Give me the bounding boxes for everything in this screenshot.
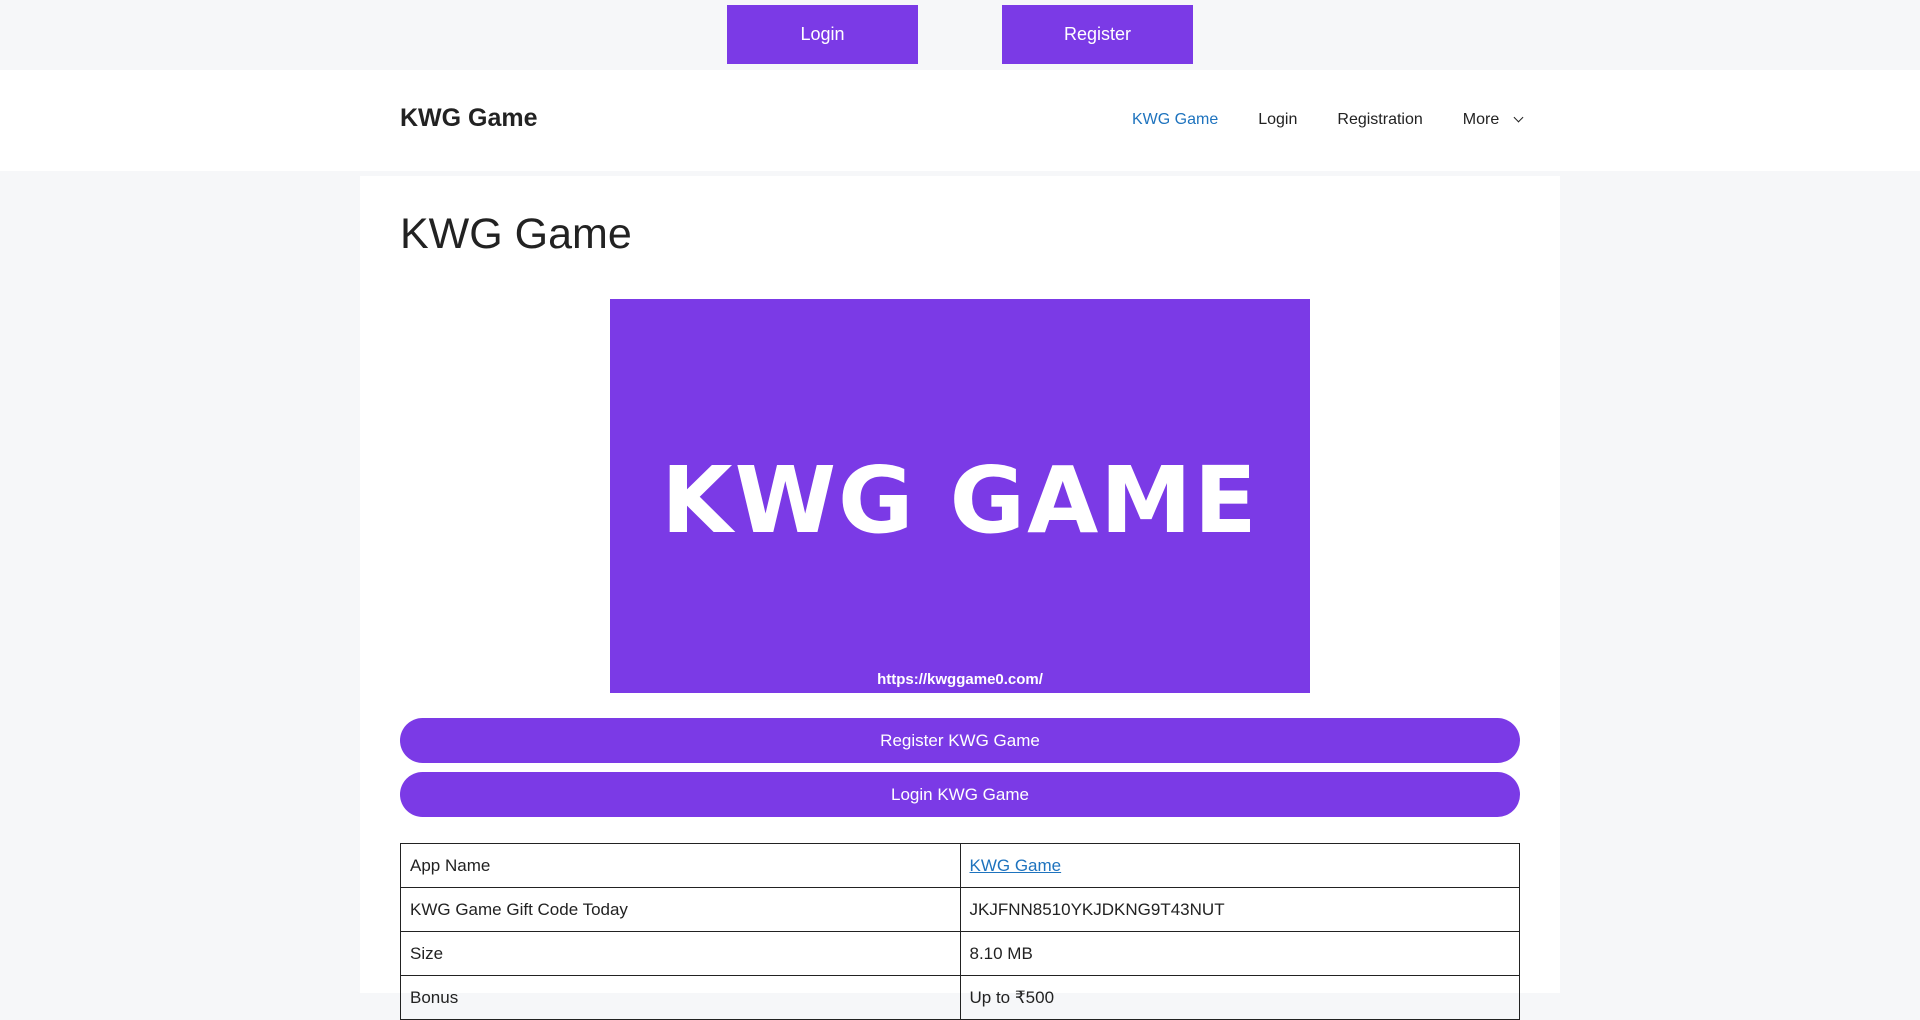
main-nav: KWG Game Login Registration More xyxy=(1112,108,1542,132)
table-row: Size 8.10 MB xyxy=(400,931,1520,976)
nav-item-label: Login xyxy=(1258,111,1298,128)
table-row: KWG Game Gift Code Today JKJFNN8510YKJDK… xyxy=(400,887,1520,932)
page-title: KWG Game xyxy=(400,210,632,258)
login-kwg-game-button[interactable]: Login KWG Game xyxy=(400,772,1520,817)
nav-item-label: KWG Game xyxy=(1132,111,1219,128)
table-cell-key: Size xyxy=(400,931,961,976)
nav-item-label: More xyxy=(1462,111,1500,128)
app-info-table: App Name KWG Game KWG Game Gift Code Tod… xyxy=(400,843,1520,1020)
table-cell-value: 8.10 MB xyxy=(959,931,1520,976)
top-login-button[interactable]: Login xyxy=(727,5,918,64)
nav-item-more[interactable]: More xyxy=(1443,111,1542,129)
table-cell-value: KWG Game xyxy=(959,843,1520,888)
table-cell-value: Up to ₹500 xyxy=(959,975,1520,1020)
table-row: App Name KWG Game xyxy=(400,843,1520,888)
top-bar: Login Register xyxy=(0,0,1920,70)
nav-item-label: Registration xyxy=(1337,111,1423,128)
table-cell-key: App Name xyxy=(400,843,961,888)
nav-item-kwg-game[interactable]: KWG Game xyxy=(1112,111,1238,129)
app-name-link[interactable]: KWG Game xyxy=(970,856,1062,875)
register-kwg-game-button[interactable]: Register KWG Game xyxy=(400,718,1520,763)
nav-item-login[interactable]: Login xyxy=(1238,111,1317,129)
table-row: Bonus Up to ₹500 xyxy=(400,975,1520,1020)
main-content: KWG Game KWG GAME https://kwggame0.com/ … xyxy=(360,176,1560,1020)
banner-image: KWG GAME https://kwggame0.com/ xyxy=(610,299,1310,693)
banner-url: https://kwggame0.com/ xyxy=(877,671,1043,688)
chevron-down-icon xyxy=(1513,112,1524,123)
banner-logo-text: KWG GAME xyxy=(661,447,1259,554)
nav-item-registration[interactable]: Registration xyxy=(1317,111,1442,129)
site-title[interactable]: KWG Game xyxy=(400,104,538,133)
top-register-button[interactable]: Register xyxy=(1002,5,1193,64)
table-cell-key: KWG Game Gift Code Today xyxy=(400,887,961,932)
site-header: KWG Game KWG Game Login Registration Mor… xyxy=(0,70,1920,171)
table-cell-key: Bonus xyxy=(400,975,961,1020)
table-cell-value: JKJFNN8510YKJDKNG9T43NUT xyxy=(959,887,1520,932)
